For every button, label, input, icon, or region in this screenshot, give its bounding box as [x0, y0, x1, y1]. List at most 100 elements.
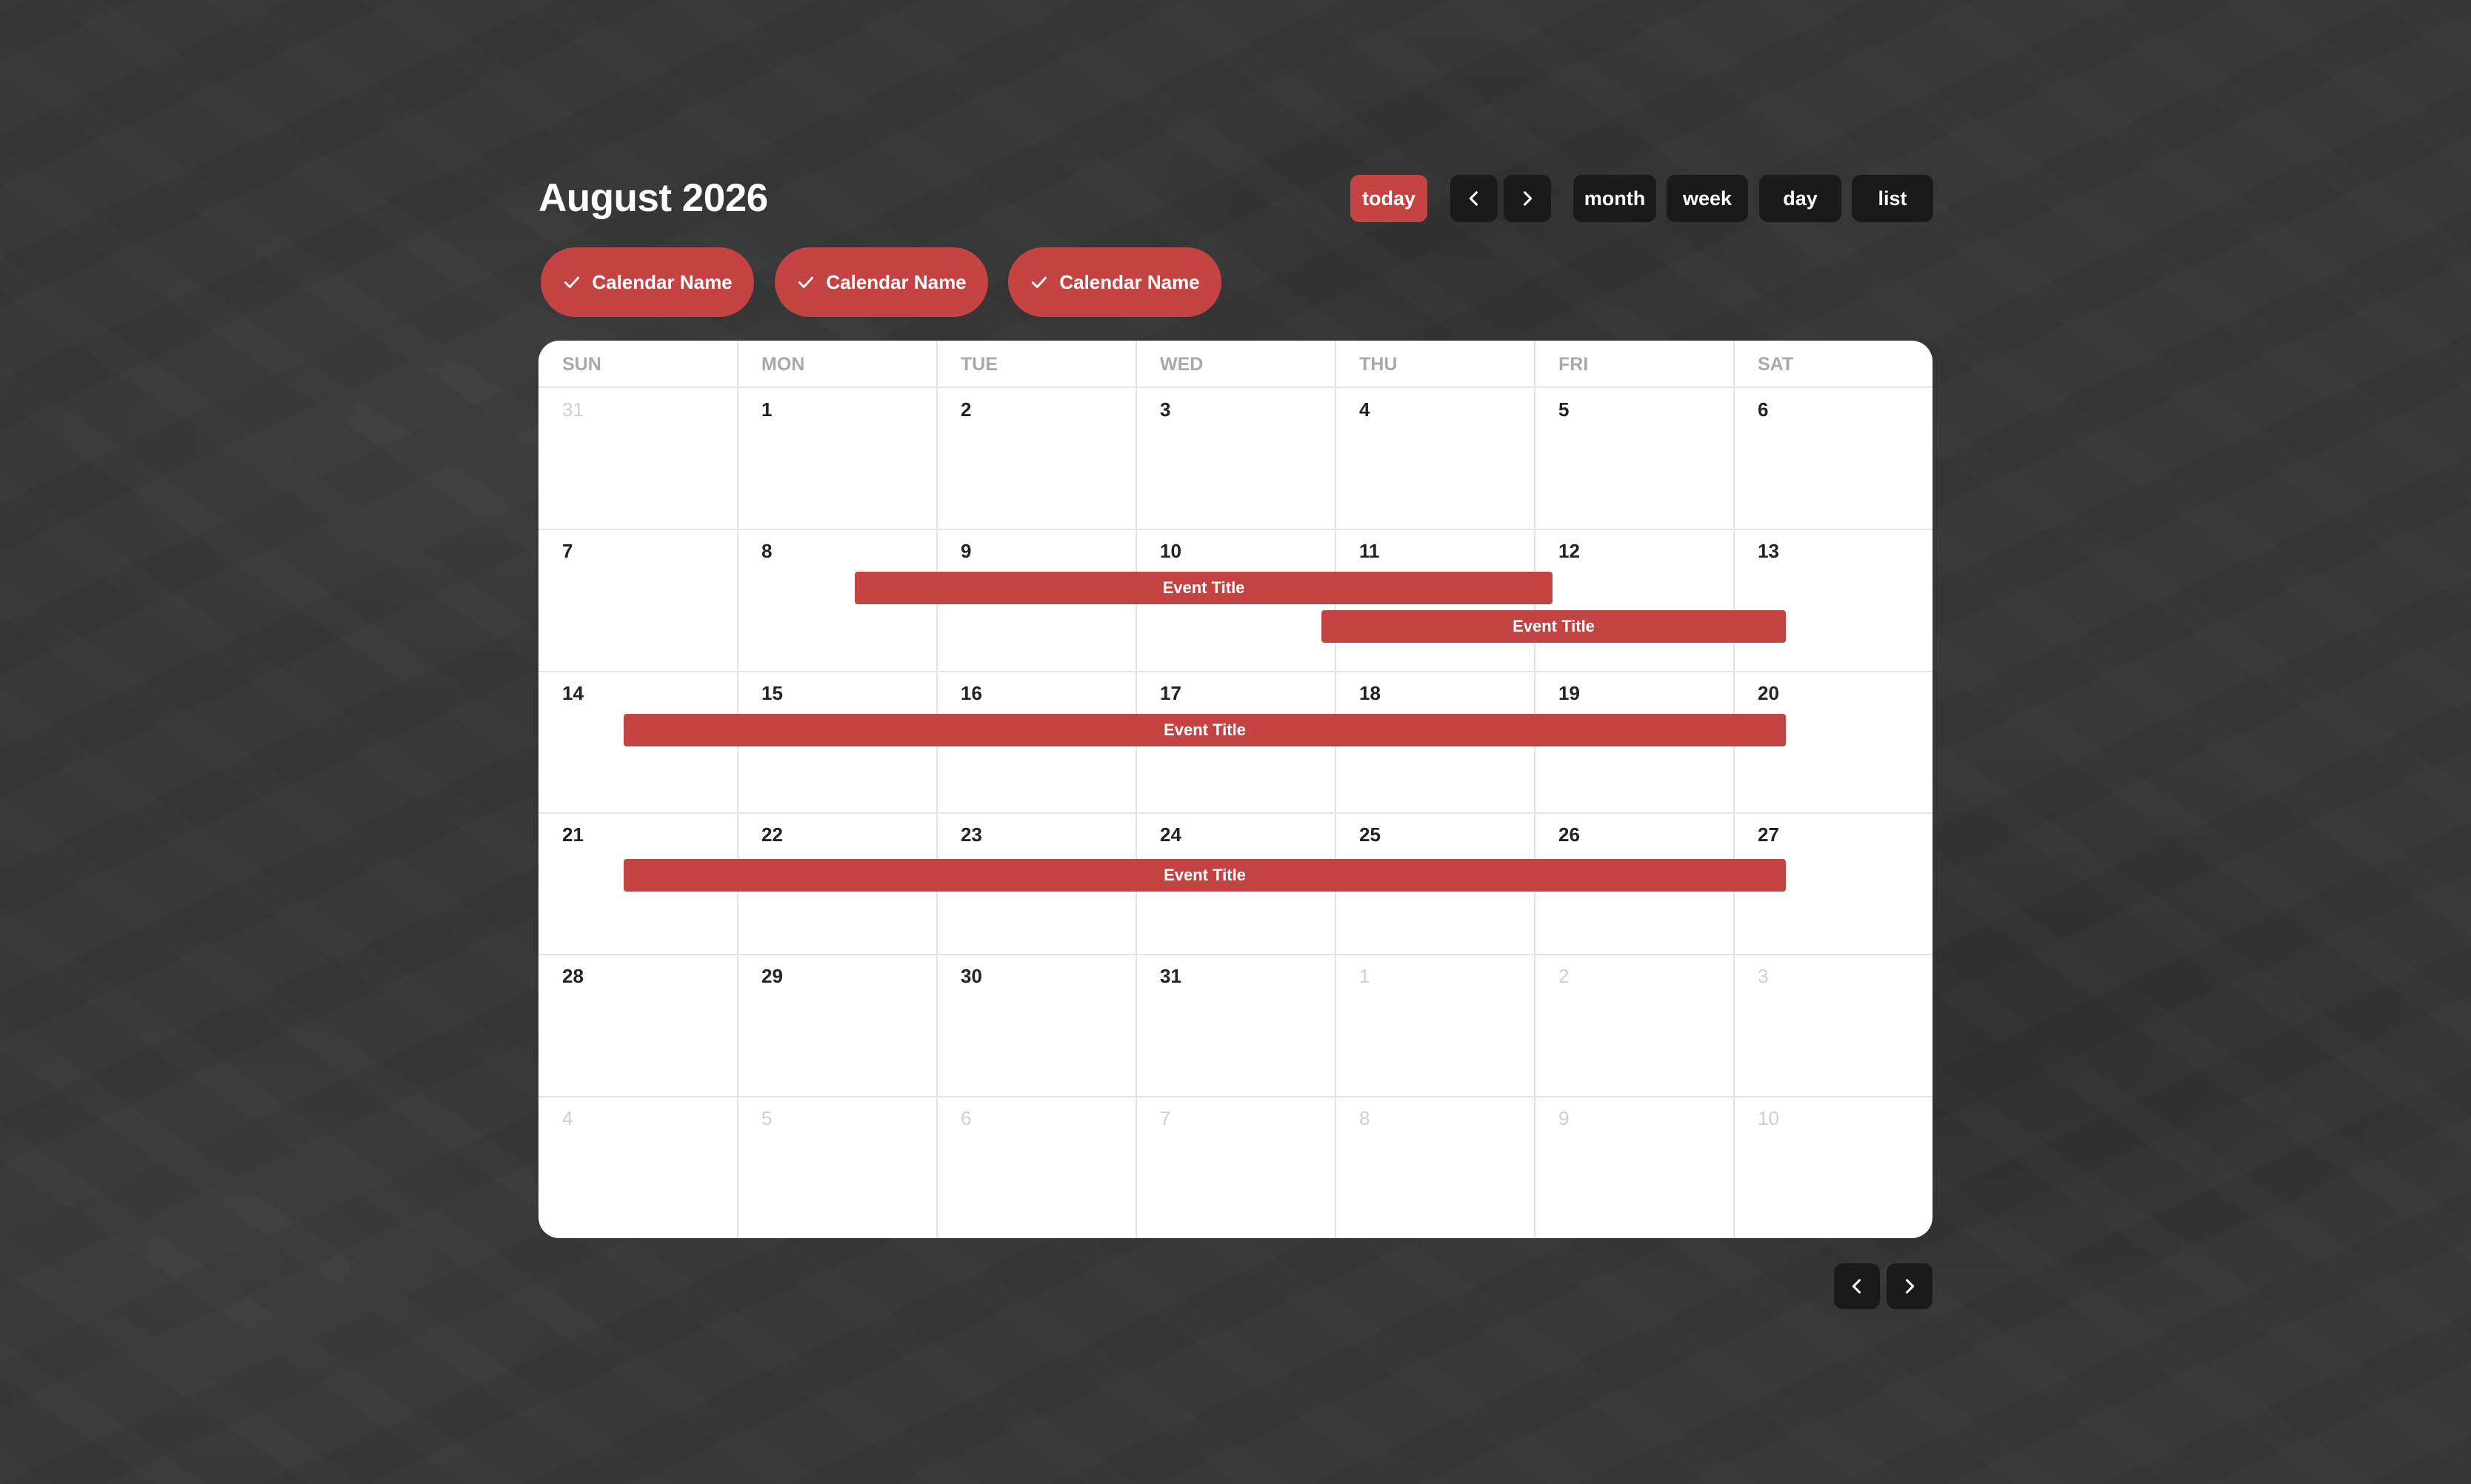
view-month-button[interactable]: month — [1573, 175, 1656, 222]
day-number: 7 — [1160, 1107, 1171, 1129]
month-calendar-grid: SUN MON TUE WED THU FRI SAT 31 1 2 3 4 5 6 7 8 9 10 11 12 1… — [538, 341, 1933, 1238]
day-cell[interactable]: 6 — [1734, 388, 1933, 529]
day-number: 5 — [1558, 398, 1570, 421]
day-number: 4 — [1359, 398, 1370, 421]
weekday-label-wed: WED — [1160, 354, 1204, 375]
day-number: 10 — [1758, 1107, 1779, 1129]
chevron-right-icon — [1523, 191, 1533, 206]
day-number: 20 — [1758, 682, 1779, 704]
day-number: 26 — [1558, 823, 1580, 846]
day-cell[interactable]: 7 — [538, 529, 738, 670]
calendar-toggle-1[interactable]: Calendar Name — [541, 247, 754, 317]
chevron-left-icon — [1469, 191, 1478, 206]
check-icon — [1032, 276, 1047, 288]
calendar-toggle-label: Calendar Name — [1059, 270, 1200, 293]
day-number: 31 — [562, 398, 584, 421]
day-number: 27 — [1758, 823, 1779, 846]
day-cell-other-month[interactable]: 9 — [1535, 1097, 1734, 1237]
chevron-right-icon — [1905, 1279, 1915, 1294]
weekday-label-sat: SAT — [1758, 354, 1794, 375]
event-title: Event Title — [1164, 721, 1246, 739]
day-number: 30 — [961, 965, 982, 987]
event-bar[interactable]: Event Title — [624, 714, 1786, 746]
day-number: 17 — [1160, 682, 1181, 704]
calendar-toggle-label: Calendar Name — [826, 270, 967, 293]
view-week-button[interactable]: week — [1667, 175, 1748, 222]
day-number: 10 — [1160, 540, 1181, 562]
calendar-toggle-label: Calendar Name — [592, 270, 733, 293]
day-number: 22 — [761, 823, 783, 846]
footer-next-button[interactable] — [1887, 1263, 1933, 1309]
calendar-toggle-3[interactable]: Calendar Name — [1008, 247, 1221, 317]
day-number: 2 — [1558, 965, 1570, 987]
view-list-button[interactable]: list — [1852, 175, 1933, 222]
day-number: 8 — [1359, 1107, 1370, 1129]
day-cell-other-month[interactable]: 7 — [1136, 1097, 1335, 1237]
view-day-button[interactable]: day — [1759, 175, 1841, 222]
day-number: 9 — [1558, 1107, 1570, 1129]
day-number: 13 — [1758, 540, 1779, 562]
day-number: 29 — [761, 965, 783, 987]
day-number: 11 — [1359, 540, 1380, 562]
day-number: 14 — [562, 682, 584, 704]
day-cell-other-month[interactable]: 10 — [1734, 1097, 1933, 1237]
day-cell-other-month[interactable]: 8 — [1335, 1097, 1535, 1237]
today-button[interactable]: today — [1350, 175, 1427, 222]
day-number: 25 — [1359, 823, 1381, 846]
next-button[interactable] — [1504, 175, 1551, 222]
day-cell-other-month[interactable]: 31 — [538, 388, 738, 529]
day-cell-other-month[interactable]: 6 — [937, 1097, 1136, 1237]
event-bar[interactable]: Event Title — [855, 572, 1553, 604]
day-cell-other-month[interactable]: 3 — [1734, 955, 1933, 1095]
day-cell[interactable]: 1 — [738, 388, 937, 529]
check-icon — [564, 276, 580, 288]
day-cell-other-month[interactable]: 1 — [1335, 955, 1535, 1095]
calendar-toggle-2[interactable]: Calendar Name — [775, 247, 988, 317]
event-title: Event Title — [1164, 866, 1246, 884]
day-cell-other-month[interactable]: 2 — [1535, 955, 1734, 1095]
day-number: 9 — [961, 540, 972, 562]
day-cell[interactable]: 3 — [1136, 388, 1335, 529]
day-cell-other-month[interactable]: 5 — [738, 1097, 937, 1237]
day-number: 1 — [1359, 965, 1370, 987]
day-number: 4 — [562, 1107, 573, 1129]
weekday-label-mon: MON — [761, 354, 805, 375]
day-number: 3 — [1758, 965, 1769, 987]
day-number: 21 — [562, 823, 584, 846]
day-number: 24 — [1160, 823, 1181, 846]
day-number: 28 — [562, 965, 584, 987]
day-cell[interactable]: 4 — [1335, 388, 1535, 529]
day-number: 23 — [961, 823, 982, 846]
event-bar[interactable]: Event Title — [624, 859, 1786, 892]
day-number: 1 — [761, 398, 773, 421]
day-number: 12 — [1558, 540, 1580, 562]
footer-prev-button[interactable] — [1834, 1263, 1880, 1309]
day-cell-other-month[interactable]: 4 — [538, 1097, 738, 1237]
weekday-label-fri: FRI — [1558, 354, 1589, 375]
event-bar[interactable]: Event Title — [1321, 610, 1786, 643]
day-number: 31 — [1160, 965, 1181, 987]
day-cell[interactable]: 12 — [1535, 529, 1734, 670]
day-cell[interactable]: 29 — [738, 955, 937, 1095]
day-number: 8 — [761, 540, 773, 562]
day-cell[interactable]: 13 — [1734, 529, 1933, 670]
event-title: Event Title — [1513, 617, 1595, 635]
day-number: 19 — [1558, 682, 1580, 704]
page-title: August 2026 — [538, 176, 768, 220]
day-cell[interactable]: 30 — [937, 955, 1136, 1095]
weekday-label-sun: SUN — [562, 354, 601, 375]
check-icon — [798, 276, 814, 288]
day-number: 5 — [761, 1107, 773, 1129]
day-number: 6 — [961, 1107, 972, 1129]
day-cell[interactable]: 5 — [1535, 388, 1734, 529]
day-number: 18 — [1359, 682, 1381, 704]
day-cell[interactable]: 28 — [538, 955, 738, 1095]
prev-button[interactable] — [1450, 175, 1498, 222]
day-number: 16 — [961, 682, 982, 704]
day-cell[interactable]: 2 — [937, 388, 1136, 529]
event-title: Event Title — [1162, 578, 1245, 597]
day-number: 7 — [562, 540, 573, 562]
day-cell[interactable]: 31 — [1136, 955, 1335, 1095]
weekday-label-thu: THU — [1359, 354, 1398, 375]
weekday-header-row: SUN MON TUE WED THU FRI SAT — [538, 341, 1933, 388]
